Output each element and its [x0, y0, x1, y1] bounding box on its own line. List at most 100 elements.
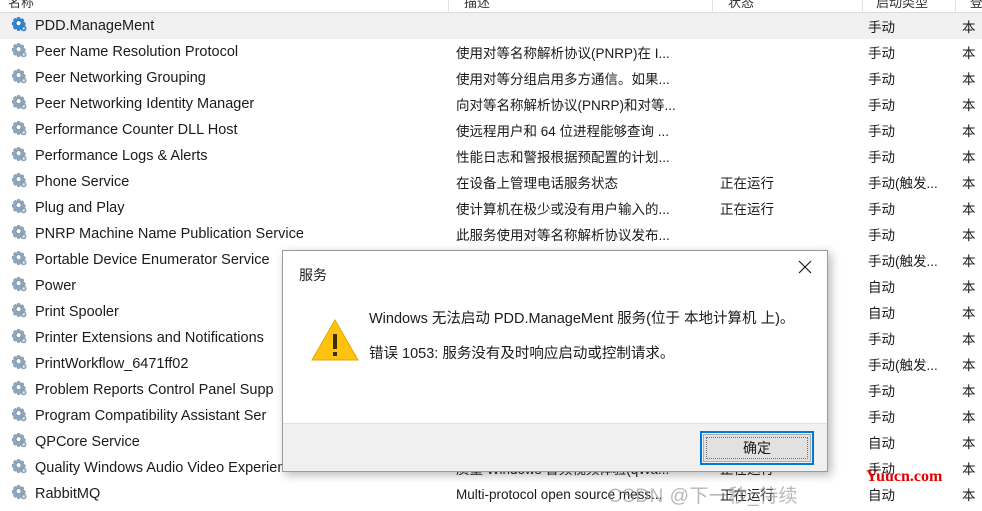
dialog-message: Windows 无法启动 PDD.ManageMent 服务(位于 本地计算机 … — [369, 309, 809, 365]
service-gear-icon — [11, 302, 35, 323]
service-startup-cell: 手动(触发... — [868, 358, 938, 373]
service-gear-icon — [11, 172, 35, 193]
service-description-cell: 使远程用户和 64 位进程能够查询 ... — [456, 124, 670, 139]
column-divider-1[interactable] — [712, 0, 713, 12]
service-name-cell[interactable]: Performance Logs & Alerts — [0, 143, 448, 169]
service-name-label: RabbitMQ — [35, 486, 101, 502]
close-icon[interactable] — [783, 251, 827, 283]
services-window: 名称描述状态启动类型登录为 PDD.ManageMent手动本Peer Name… — [0, 0, 982, 511]
service-name-cell[interactable]: Phone Service — [0, 169, 448, 195]
service-name-cell[interactable]: Plug and Play — [0, 195, 448, 221]
service-description-cell: 此服务使用对等名称解析协议发布... — [456, 228, 670, 243]
table-row[interactable]: Peer Networking Grouping 使用对等分组启用多方通信。如果.… — [0, 65, 982, 91]
service-name-cell[interactable]: PDD.ManageMent — [0, 13, 448, 39]
service-logon-cell: 本 — [962, 332, 976, 347]
service-description-cell: 使用对等名称解析协议(PNRP)在 I... — [456, 46, 670, 61]
service-error-dialog: 服务 Windows 无法启动 PDD.ManageMent 服务(位于 本地计… — [282, 250, 828, 472]
table-row[interactable]: PDD.ManageMent 手动 本 — [0, 13, 982, 39]
service-logon-cell: 本 — [962, 436, 976, 451]
service-startup-cell: 自动 — [868, 306, 895, 321]
service-name-cell[interactable]: Performance Counter DLL Host — [0, 117, 448, 143]
column-divider-2[interactable] — [862, 0, 863, 12]
service-startup-cell: 手动 — [868, 384, 895, 399]
service-startup-cell: 自动 — [868, 436, 895, 451]
service-name-label: Problem Reports Control Panel Supp — [35, 382, 274, 398]
service-gear-icon — [11, 16, 35, 37]
service-startup-cell: 手动 — [868, 20, 895, 35]
service-gear-icon — [11, 68, 35, 89]
service-name-label: Peer Name Resolution Protocol — [35, 44, 239, 60]
service-logon-cell: 本 — [962, 72, 976, 87]
service-gear-icon — [11, 276, 35, 297]
service-name-label: Program Compatibility Assistant Ser — [35, 408, 267, 424]
service-status-cell — [720, 117, 862, 143]
ok-button[interactable]: 确定 — [700, 431, 814, 465]
service-gear-icon — [11, 94, 35, 115]
service-status-cell: 正在运行 — [720, 176, 774, 191]
service-gear-icon — [11, 458, 35, 479]
column-divider-0[interactable] — [448, 0, 449, 12]
service-gear-icon — [11, 42, 35, 63]
table-row[interactable]: Phone Service 在设备上管理电话服务状态 正在运行 手动(触发... 本 — [0, 169, 982, 195]
column-header-desc[interactable]: 描述 — [456, 0, 712, 12]
service-logon-cell: 本 — [962, 98, 976, 113]
service-name-label: Performance Logs & Alerts — [35, 148, 208, 164]
list-column-header: 名称描述状态启动类型登录为 — [0, 0, 982, 13]
table-row[interactable]: RabbitMQ Multi-protocol open source mess.… — [0, 481, 982, 507]
service-gear-icon — [11, 198, 35, 219]
service-startup-cell: 手动(触发... — [868, 254, 938, 269]
dialog-footer: 确定 — [283, 423, 827, 471]
warning-triangle-icon — [311, 318, 359, 362]
service-name-label: Power — [35, 278, 77, 294]
service-startup-cell: 手动 — [868, 150, 895, 165]
table-row[interactable]: Performance Counter DLL Host 使远程用户和 64 位进… — [0, 117, 982, 143]
service-status-cell: 正在运行 — [720, 202, 774, 217]
service-name-cell[interactable]: Peer Name Resolution Protocol — [0, 39, 448, 65]
service-name-label: Phone Service — [35, 174, 130, 190]
service-gear-icon — [11, 380, 35, 401]
service-startup-cell: 手动 — [868, 72, 895, 87]
service-logon-cell: 本 — [962, 254, 976, 269]
service-startup-cell: 手动 — [868, 98, 895, 113]
service-name-cell[interactable]: Peer Networking Identity Manager — [0, 91, 448, 117]
service-name-label: PrintWorkflow_6471ff02 — [35, 356, 189, 372]
service-name-cell[interactable]: PNRP Machine Name Publication Service — [0, 221, 448, 247]
table-row[interactable]: Peer Name Resolution Protocol 使用对等名称解析协议(… — [0, 39, 982, 65]
service-startup-cell: 手动 — [868, 228, 895, 243]
service-status-cell — [720, 221, 862, 247]
service-name-label: Printer Extensions and Notifications — [35, 330, 264, 346]
service-logon-cell: 本 — [962, 150, 976, 165]
service-logon-cell: 本 — [962, 228, 976, 243]
service-gear-icon — [11, 250, 35, 271]
service-startup-cell: 手动 — [868, 202, 895, 217]
service-status-cell — [720, 13, 862, 39]
service-logon-cell: 本 — [962, 202, 976, 217]
column-header-status[interactable]: 状态 — [720, 0, 862, 12]
column-divider-3[interactable] — [955, 0, 956, 12]
dialog-body: Windows 无法启动 PDD.ManageMent 服务(位于 本地计算机 … — [283, 283, 827, 423]
service-logon-cell: 本 — [962, 46, 976, 61]
column-header-logon[interactable]: 登录为 — [962, 0, 982, 12]
service-gear-icon — [11, 406, 35, 427]
table-row[interactable]: Performance Logs & Alerts 性能日志和警报根据预配置的计划… — [0, 143, 982, 169]
table-row[interactable]: PNRP Machine Name Publication Service 此服务… — [0, 221, 982, 247]
service-status-cell: 正在运行 — [720, 488, 774, 503]
service-startup-cell: 手动 — [868, 124, 895, 139]
service-name-label: Peer Networking Grouping — [35, 70, 206, 86]
table-row[interactable]: Plug and Play 使计算机在极少或没有用户输入的... 正在运行 手动 本 — [0, 195, 982, 221]
service-logon-cell: 本 — [962, 410, 976, 425]
service-gear-icon — [11, 354, 35, 375]
service-logon-cell: 本 — [962, 176, 976, 191]
service-logon-cell: 本 — [962, 306, 976, 321]
column-header-startup[interactable]: 启动类型 — [868, 0, 956, 12]
service-name-cell[interactable]: RabbitMQ — [0, 481, 448, 507]
service-status-cell — [720, 65, 862, 91]
service-description-cell: 在设备上管理电话服务状态 — [456, 176, 618, 191]
table-row[interactable]: Peer Networking Identity Manager 向对等名称解析协… — [0, 91, 982, 117]
dialog-message-line1: Windows 无法启动 PDD.ManageMent 服务(位于 本地计算机 … — [369, 311, 795, 327]
service-name-label: Peer Networking Identity Manager — [35, 96, 255, 112]
service-gear-icon — [11, 432, 35, 453]
column-header-name[interactable]: 名称 — [0, 0, 448, 12]
service-name-cell[interactable]: Peer Networking Grouping — [0, 65, 448, 91]
service-status-cell — [720, 91, 862, 117]
